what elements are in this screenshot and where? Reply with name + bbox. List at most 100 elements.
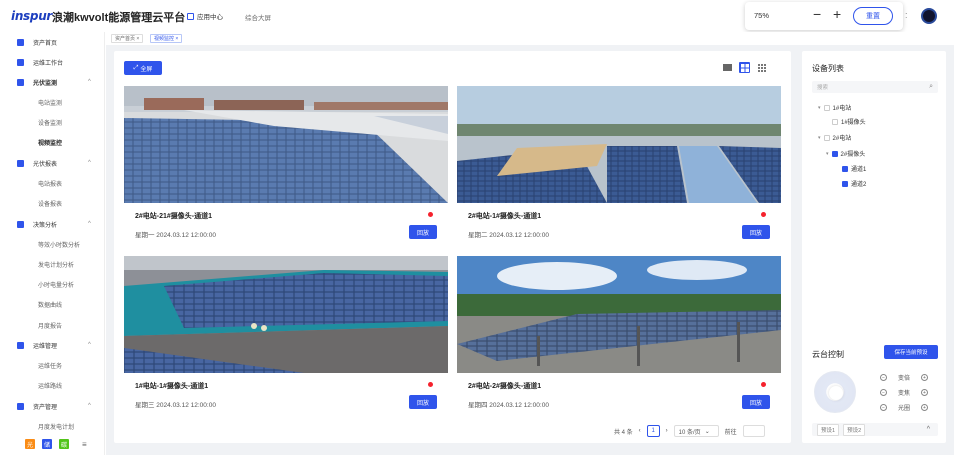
inspur-logo[interactable]: inspur [11, 9, 52, 23]
sidebar-item-label: 光伏报表 [33, 161, 58, 168]
tree-checkbox[interactable] [831, 150, 838, 157]
playback-button[interactable]: 回放 [742, 395, 770, 409]
iris-minus-icon[interactable]: − [880, 404, 887, 411]
camera-cell-2[interactable]: 2#电站-1#摄像头-通道1 星期二 2024.03.12 12:00:00 回… [457, 86, 781, 245]
tree-checkbox[interactable] [842, 165, 848, 172]
camera-feed-3[interactable] [124, 256, 448, 373]
single-view-icon [723, 64, 732, 71]
tree-checkbox[interactable] [842, 180, 848, 187]
tree-node-channel-1[interactable]: 通道1 [842, 164, 866, 173]
camera-cell-3[interactable]: 1#电站-1#摄像头-通道1 星期三 2024.03.12 12:00:00 回… [124, 256, 448, 415]
zoom-reset-button[interactable]: 重置 [853, 7, 893, 25]
sidebar-item-ops-task[interactable]: 运维任务 [0, 358, 105, 372]
tree-checkbox[interactable] [823, 104, 830, 111]
sidebar-item-label: 运维管理 [33, 343, 58, 350]
playback-button[interactable]: 回放 [742, 225, 770, 239]
sidebar-item-video-monitor[interactable]: 视频监控 [0, 135, 105, 149]
sidebar-group-pv-monitor[interactable]: 光伏监测 ^ [0, 75, 105, 89]
sidebar-group-asset[interactable]: 资产管理 ^ [0, 399, 105, 413]
analysis-icon [17, 220, 24, 228]
layout-nine-button[interactable] [756, 62, 767, 73]
alarm-icon [761, 212, 766, 217]
prev-page-icon[interactable]: ‹ [639, 428, 641, 434]
camera-cell-4[interactable]: 2#电站-2#摄像头-通道1 星期四 2024.03.12 12:00:00 回… [457, 256, 781, 415]
pv-mode-button[interactable]: 光 [25, 439, 35, 449]
focus-minus-icon[interactable]: − [880, 389, 887, 396]
camera-feed-4[interactable] [457, 256, 781, 373]
goto-page-input[interactable] [742, 425, 765, 437]
page-size-select[interactable]: 10 条/页 ⌄ [673, 425, 719, 437]
sidebar-item-generation-plan[interactable]: 发电计划分析 [0, 257, 105, 271]
more-options-icon[interactable]: : [905, 10, 908, 20]
camera-feed-1[interactable] [124, 86, 448, 203]
solar-roof-image [124, 86, 448, 203]
zoom-plus-icon[interactable]: + [921, 374, 928, 381]
carbon-mode-button[interactable]: 碳 [59, 439, 69, 449]
sidebar-footer: 光 储 碳 ≡ [25, 439, 87, 449]
sidebar-item-device-report[interactable]: 设备报表 [0, 196, 105, 210]
page-number-button[interactable]: 1 [646, 425, 660, 437]
sidebar-item-label: 运维任务 [38, 363, 63, 370]
tab-video-monitor[interactable]: 视频监控 × [150, 34, 183, 43]
camera-title: 2#电站-1#摄像头-通道1 [468, 213, 542, 220]
sidebar-group-decision[interactable]: 决策分析 ^ [0, 217, 105, 231]
playback-button[interactable]: 回放 [409, 395, 437, 409]
camera-feed-2[interactable] [457, 86, 781, 203]
search-icon: ⌕ [929, 83, 933, 90]
top-bar: inspur 浪潮kwvolt能源管理云平台 应用中心 综合大屏 75% − +… [0, 0, 954, 32]
menu-toggle-icon[interactable]: ≡ [82, 440, 87, 449]
sidebar-item-station-report[interactable]: 电站报表 [0, 176, 105, 190]
total-count: 共 4 条 [614, 429, 633, 436]
joystick-knob[interactable] [829, 386, 843, 400]
device-panel: 设备列表 搜索 ⌕ ▾ 1#电站 1#摄像头 ▾ 2#电站 ▾ 2#摄像头 通道1 通… [802, 51, 946, 443]
tab-asset-home[interactable]: 资产首页 × [111, 34, 144, 43]
layout-quad-button[interactable] [739, 62, 750, 73]
sidebar-item-device-monitor[interactable]: 设备监测 [0, 115, 105, 129]
ptz-joystick[interactable] [814, 371, 856, 413]
device-search-input[interactable]: 搜索 ⌕ [812, 81, 938, 93]
chevron-up-icon: ^ [88, 342, 91, 348]
avatar[interactable] [921, 8, 937, 24]
sidebar-item-hourly-energy[interactable]: 小时电量分析 [0, 277, 105, 291]
app-center-label: 应用中心 [197, 14, 223, 21]
sidebar-item-monthly-report[interactable]: 月度报告 [0, 318, 105, 332]
storage-mode-button[interactable]: 储 [42, 439, 52, 449]
fullscreen-button[interactable]: ⤢ 全屏 [124, 61, 162, 75]
sidebar-item-monthly-plan[interactable]: 月度发电计划 [0, 419, 105, 433]
sidebar-item-ops-route[interactable]: 运维路线 [0, 378, 105, 392]
tree-node-station-2[interactable]: ▾ 2#电站 [818, 133, 851, 142]
sidebar-item-station-monitor[interactable]: 电站监测 [0, 95, 105, 109]
tree-node-channel-2[interactable]: 通道2 [842, 179, 866, 188]
sidebar-item-data-curve[interactable]: 数据曲线 [0, 297, 105, 311]
app-center-link[interactable]: 应用中心 [187, 11, 223, 21]
zoom-out-button[interactable]: − [813, 6, 821, 22]
save-preset-button[interactable]: 保存当前预设 [884, 345, 938, 359]
sidebar-item-equivalent-hours[interactable]: 等效小时数分析 [0, 237, 105, 251]
iris-plus-icon[interactable]: + [921, 404, 928, 411]
page-size-value: 10 条/页 [678, 429, 701, 436]
zoom-in-button[interactable]: + [833, 6, 841, 22]
sidebar-item-workbench[interactable]: 运维工作台 [0, 55, 105, 69]
tree-node-camera-1[interactable]: 1#摄像头 [832, 117, 866, 126]
sidebar-group-pv-report[interactable]: 光伏报表 ^ [0, 156, 105, 170]
tree-checkbox[interactable] [823, 134, 830, 141]
tree-node-station-1[interactable]: ▾ 1#电站 [818, 103, 851, 112]
device-list-title: 设备列表 [812, 64, 844, 73]
tree-node-label: 1#摄像头 [841, 120, 866, 126]
chevron-up-icon[interactable]: ^ [927, 426, 930, 433]
next-page-icon[interactable]: › [666, 428, 668, 434]
preset-1-button[interactable]: 预设1 [817, 423, 840, 436]
big-screen-link[interactable]: 综合大屏 [245, 12, 271, 22]
layout-single-button[interactable] [722, 62, 733, 73]
ptz-label: 变倍 [897, 376, 910, 382]
preset-2-button[interactable]: 预设2 [843, 423, 866, 436]
focus-plus-icon[interactable]: + [921, 389, 928, 396]
tree-checkbox[interactable] [832, 118, 838, 125]
playback-button[interactable]: 回放 [409, 225, 437, 239]
sidebar-group-ops[interactable]: 运维管理 ^ [0, 338, 105, 352]
ptz-zoom-row: − 变倍 + [880, 373, 928, 382]
sidebar-item-asset-home[interactable]: 资产首页 [0, 35, 105, 49]
zoom-minus-icon[interactable]: − [880, 374, 887, 381]
camera-cell-1[interactable]: 2#电站-21#摄像头-通道1 星期一 2024.03.12 12:00:00 … [124, 86, 448, 245]
tree-node-camera-2[interactable]: ▾ 2#摄像头 [826, 149, 865, 158]
